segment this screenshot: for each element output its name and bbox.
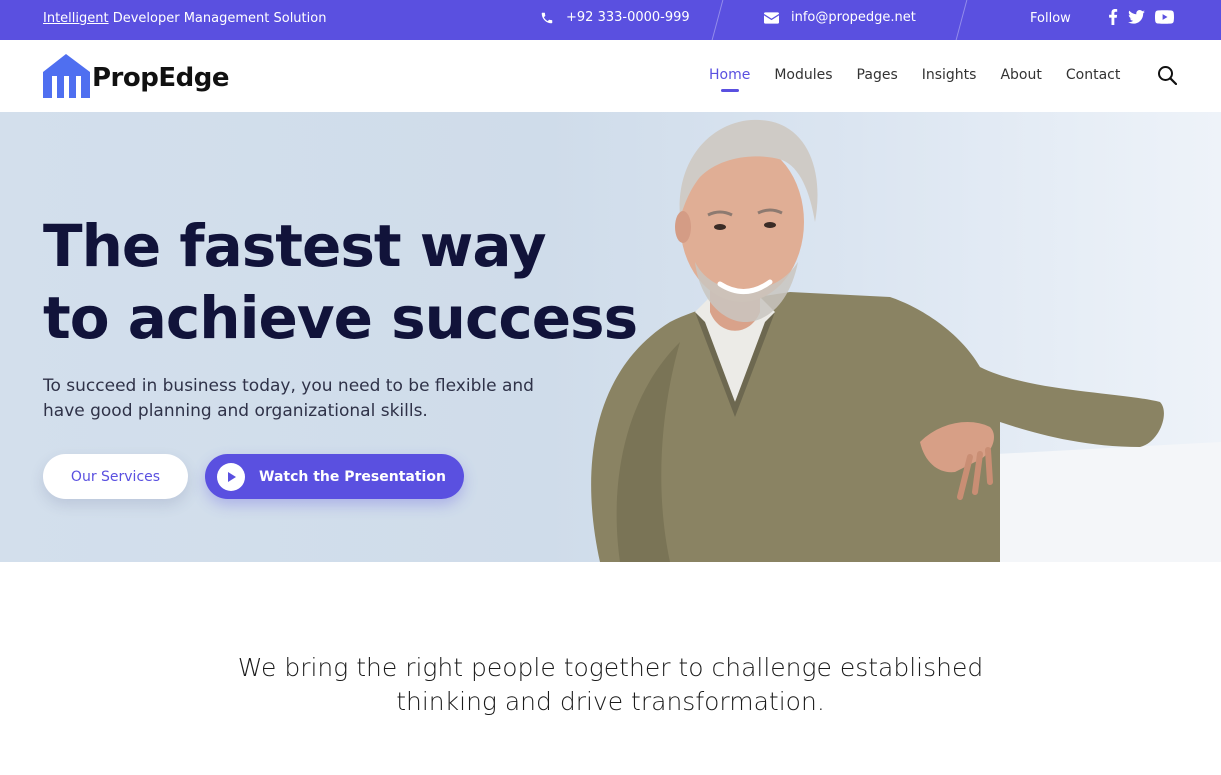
main-nav: Home Modules Pages Insights About Contac… (709, 67, 1144, 92)
divider (955, 0, 968, 40)
divider (711, 0, 724, 40)
logo-text: PropEdge (92, 63, 229, 93)
top-bar: Intelligent Developer Management Solutio… (0, 0, 1221, 40)
email-address: info@propedge.net (791, 10, 916, 25)
site-header: PropEdge Home Modules Pages Insights Abo… (0, 40, 1221, 112)
watch-presentation-button[interactable]: Watch the Presentation (205, 454, 464, 499)
our-services-label: Our Services (70, 468, 161, 485)
phone-number: +92 333-0000-999 (566, 10, 690, 25)
nav-modules[interactable]: Modules (774, 67, 832, 83)
hero-lead: To succeed in business today, you need t… (43, 376, 534, 421)
hero-title-line1: The fastest way (43, 212, 547, 280)
intro-line2: thinking and drive transformation. (396, 687, 825, 716)
phone-contact[interactable]: +92 333-0000-999 (540, 10, 690, 25)
play-icon (217, 462, 245, 491)
tagline: Intelligent Developer Management Solutio… (43, 11, 326, 26)
follow-label: Follow (1030, 11, 1071, 26)
nav-about[interactable]: About (1000, 67, 1041, 83)
tagline-text: Developer Management Solution (108, 11, 327, 26)
tagline-link[interactable]: Intelligent (43, 11, 109, 26)
nav-contact[interactable]: Contact (1066, 67, 1120, 83)
nav-insights[interactable]: Insights (922, 67, 977, 83)
nav-home[interactable]: Home (709, 67, 750, 92)
hero-section: The fastest way to achieve success To su… (0, 112, 1221, 562)
intro-statement: We bring the right people together to ch… (200, 651, 1021, 719)
logo[interactable]: PropEdge (43, 54, 229, 102)
hero-title: The fastest way to achieve success (43, 210, 638, 354)
social-links (1108, 9, 1174, 25)
search-icon[interactable] (1157, 65, 1178, 89)
hero-title-line2: to achieve success (43, 284, 638, 352)
envelope-icon (764, 11, 779, 24)
our-services-button[interactable]: Our Services (43, 454, 188, 499)
watch-presentation-label: Watch the Presentation (259, 468, 446, 485)
hero-person-image (591, 119, 1221, 562)
twitter-icon[interactable] (1128, 10, 1145, 24)
nav-pages[interactable]: Pages (857, 67, 898, 83)
building-logo-icon (43, 54, 90, 102)
phone-icon (540, 11, 554, 25)
intro-line1: We bring the right people together to ch… (237, 653, 984, 682)
facebook-icon[interactable] (1108, 9, 1118, 25)
email-contact[interactable]: info@propedge.net (764, 10, 916, 25)
youtube-icon[interactable] (1155, 10, 1174, 24)
